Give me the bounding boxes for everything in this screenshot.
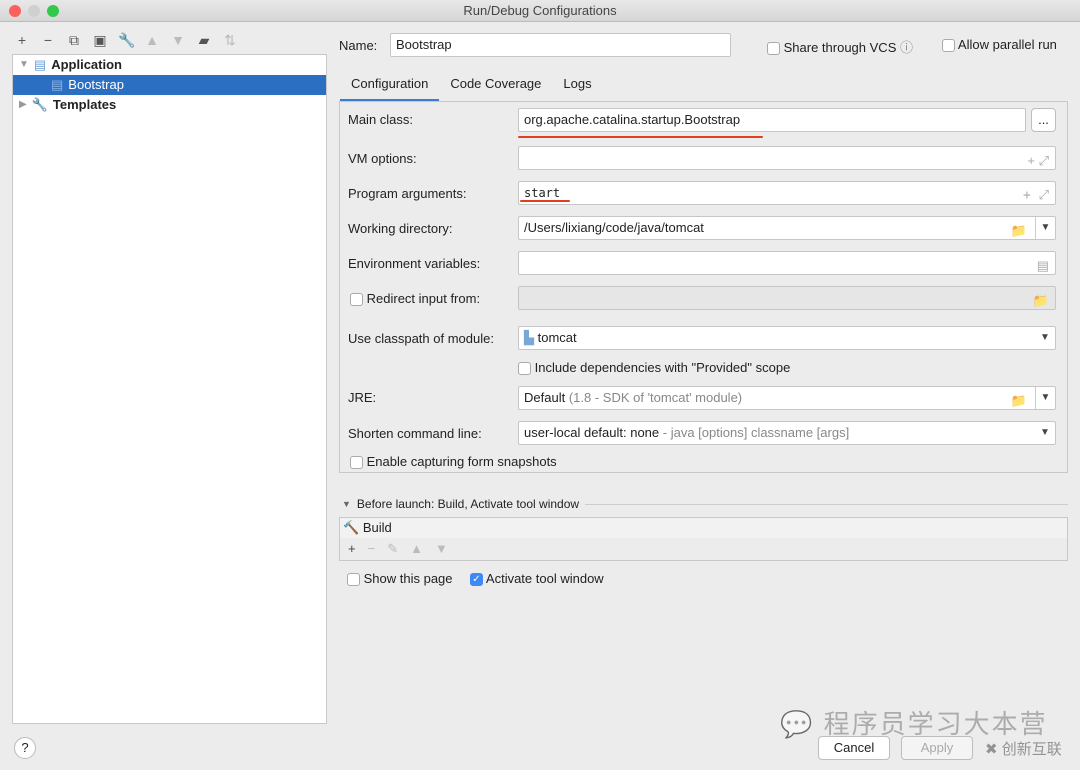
name-label: Name: [339, 38, 378, 53]
watermark-logo: ✖ 创新互联 [985, 741, 1062, 758]
collapse-arrow-icon[interactable]: ▶ [19, 95, 27, 115]
dropdown-arrow-icon[interactable]: ▼ [1035, 217, 1055, 239]
activate-window-checkbox[interactable]: ✓ Activate tool window [470, 571, 604, 587]
dropdown-arrow-icon[interactable]: ▼ [1035, 387, 1055, 409]
tab-code-coverage[interactable]: Code Coverage [439, 72, 552, 102]
tab-bar: Configuration Code Coverage Logs [340, 72, 603, 102]
tab-configuration[interactable]: Configuration [340, 72, 440, 102]
main-class-label: Main class: [348, 112, 414, 127]
redirect-input-field[interactable]: 📁 [518, 286, 1056, 310]
include-deps-checkbox[interactable]: Include dependencies with "Provided" sco… [518, 360, 790, 376]
jre-select[interactable]: Default (1.8 - SDK of 'tomcat' module) 📁 ▼ [518, 386, 1056, 410]
before-launch-header[interactable]: ▼ Before launch: Build, Activate tool win… [342, 497, 1068, 511]
tab-logs[interactable]: Logs [552, 72, 602, 102]
help-icon[interactable]: ⓘ [900, 40, 913, 55]
env-vars-input[interactable]: ▤ [518, 251, 1056, 275]
shorten-label: Shorten command line: [348, 426, 482, 441]
working-dir-input[interactable]: /Users/lixiang/code/java/tomcat 📁 ▼ [518, 216, 1056, 240]
vm-options-input[interactable]: + ⤢ [518, 146, 1056, 170]
config-tree: ▼ ▤ Application ▤ Bootstrap ▶ 🔧 Templates [12, 54, 327, 724]
tree-item-bootstrap[interactable]: ▤ Bootstrap [13, 75, 326, 95]
classpath-select[interactable]: ▙ tomcat ▼ [518, 326, 1056, 350]
add-icon[interactable]: + [348, 538, 356, 560]
sort-icon[interactable]: ⇅ [222, 32, 238, 49]
tree-item-application[interactable]: ▼ ▤ Application [13, 55, 326, 75]
expand-arrow-icon[interactable]: ▼ [19, 55, 29, 75]
close-button[interactable] [9, 5, 21, 17]
snapshots-checkbox[interactable]: Enable capturing form snapshots [350, 454, 557, 470]
move-down-icon[interactable]: ▼ [435, 538, 448, 560]
redirect-input-checkbox[interactable]: Redirect input from: [350, 291, 480, 307]
zoom-button[interactable] [47, 5, 59, 17]
application-icon: ▤ [33, 57, 47, 72]
help-button[interactable]: ? [14, 737, 36, 759]
expand-icon[interactable]: + ⤢ [1027, 150, 1049, 172]
edit-list-icon[interactable]: ▤ [1037, 255, 1049, 277]
working-dir-label: Working directory: [348, 221, 453, 236]
remove-icon[interactable]: − [40, 32, 56, 49]
remove-icon[interactable]: − [368, 538, 376, 560]
main-class-input[interactable]: org.apache.catalina.startup.Bootstrap [518, 108, 1026, 132]
add-icon[interactable]: + [14, 32, 30, 49]
program-args-label: Program arguments: [348, 186, 467, 201]
config-icon: ▤ [51, 77, 64, 92]
shorten-select[interactable]: user-local default: none - java [options… [518, 421, 1056, 445]
minimize-button[interactable] [28, 5, 40, 17]
share-vcs-checkbox[interactable]: Share through VCS ⓘ [767, 37, 913, 56]
tree-item-templates[interactable]: ▶ 🔧 Templates [13, 95, 326, 115]
jre-label: JRE: [348, 390, 377, 405]
expand-icon[interactable]: + ⤢ [1023, 185, 1049, 207]
folder-icon[interactable]: 📁 [1033, 290, 1049, 312]
edit-icon[interactable]: ✎ [387, 538, 398, 560]
before-launch-list: 🔨 Build + − ✎ ▲ ▼ [339, 517, 1068, 561]
show-page-checkbox[interactable]: Show this page [347, 571, 453, 587]
move-down-icon[interactable]: ▼ [170, 32, 186, 49]
vm-options-label: VM options: [348, 151, 417, 166]
list-item-build[interactable]: 🔨 Build [340, 518, 1067, 538]
apply-button[interactable]: Apply [901, 736, 973, 760]
allow-parallel-checkbox[interactable]: Allow parallel run [942, 37, 1057, 53]
folder-icon[interactable]: 📁 [1011, 390, 1027, 412]
module-icon: ▙ [524, 330, 534, 345]
new-folder-icon[interactable]: ▰ [196, 32, 212, 49]
window-title: Run/Debug Configurations [463, 3, 617, 18]
wrench-icon[interactable]: 🔧 [118, 32, 135, 49]
dropdown-arrow-icon[interactable]: ▼ [1035, 327, 1055, 349]
cancel-button[interactable]: Cancel [818, 736, 890, 760]
red-underline-annotation [520, 200, 570, 202]
dropdown-arrow-icon[interactable]: ▼ [1035, 422, 1055, 444]
red-underline-annotation [518, 136, 763, 138]
hammer-icon: 🔨 [343, 520, 360, 535]
move-up-icon[interactable]: ▲ [410, 538, 423, 560]
copy-icon[interactable]: ⧉ [66, 32, 82, 49]
classpath-label: Use classpath of module: [348, 331, 494, 346]
browse-class-button[interactable]: ... [1031, 108, 1056, 132]
move-up-icon[interactable]: ▲ [144, 32, 160, 49]
title-bar: Run/Debug Configurations [0, 0, 1080, 22]
wrench-icon: 🔧 [31, 97, 48, 112]
sidebar-toolbar: + − ⧉ ▣ 🔧 ▲ ▼ ▰ ⇅ [14, 32, 238, 49]
name-input[interactable]: Bootstrap [390, 33, 731, 57]
save-icon[interactable]: ▣ [92, 32, 108, 49]
program-args-input[interactable]: start + ⤢ [518, 181, 1056, 205]
collapse-arrow-icon[interactable]: ▼ [342, 499, 351, 509]
folder-icon[interactable]: 📁 [1011, 220, 1027, 242]
env-vars-label: Environment variables: [348, 256, 481, 271]
